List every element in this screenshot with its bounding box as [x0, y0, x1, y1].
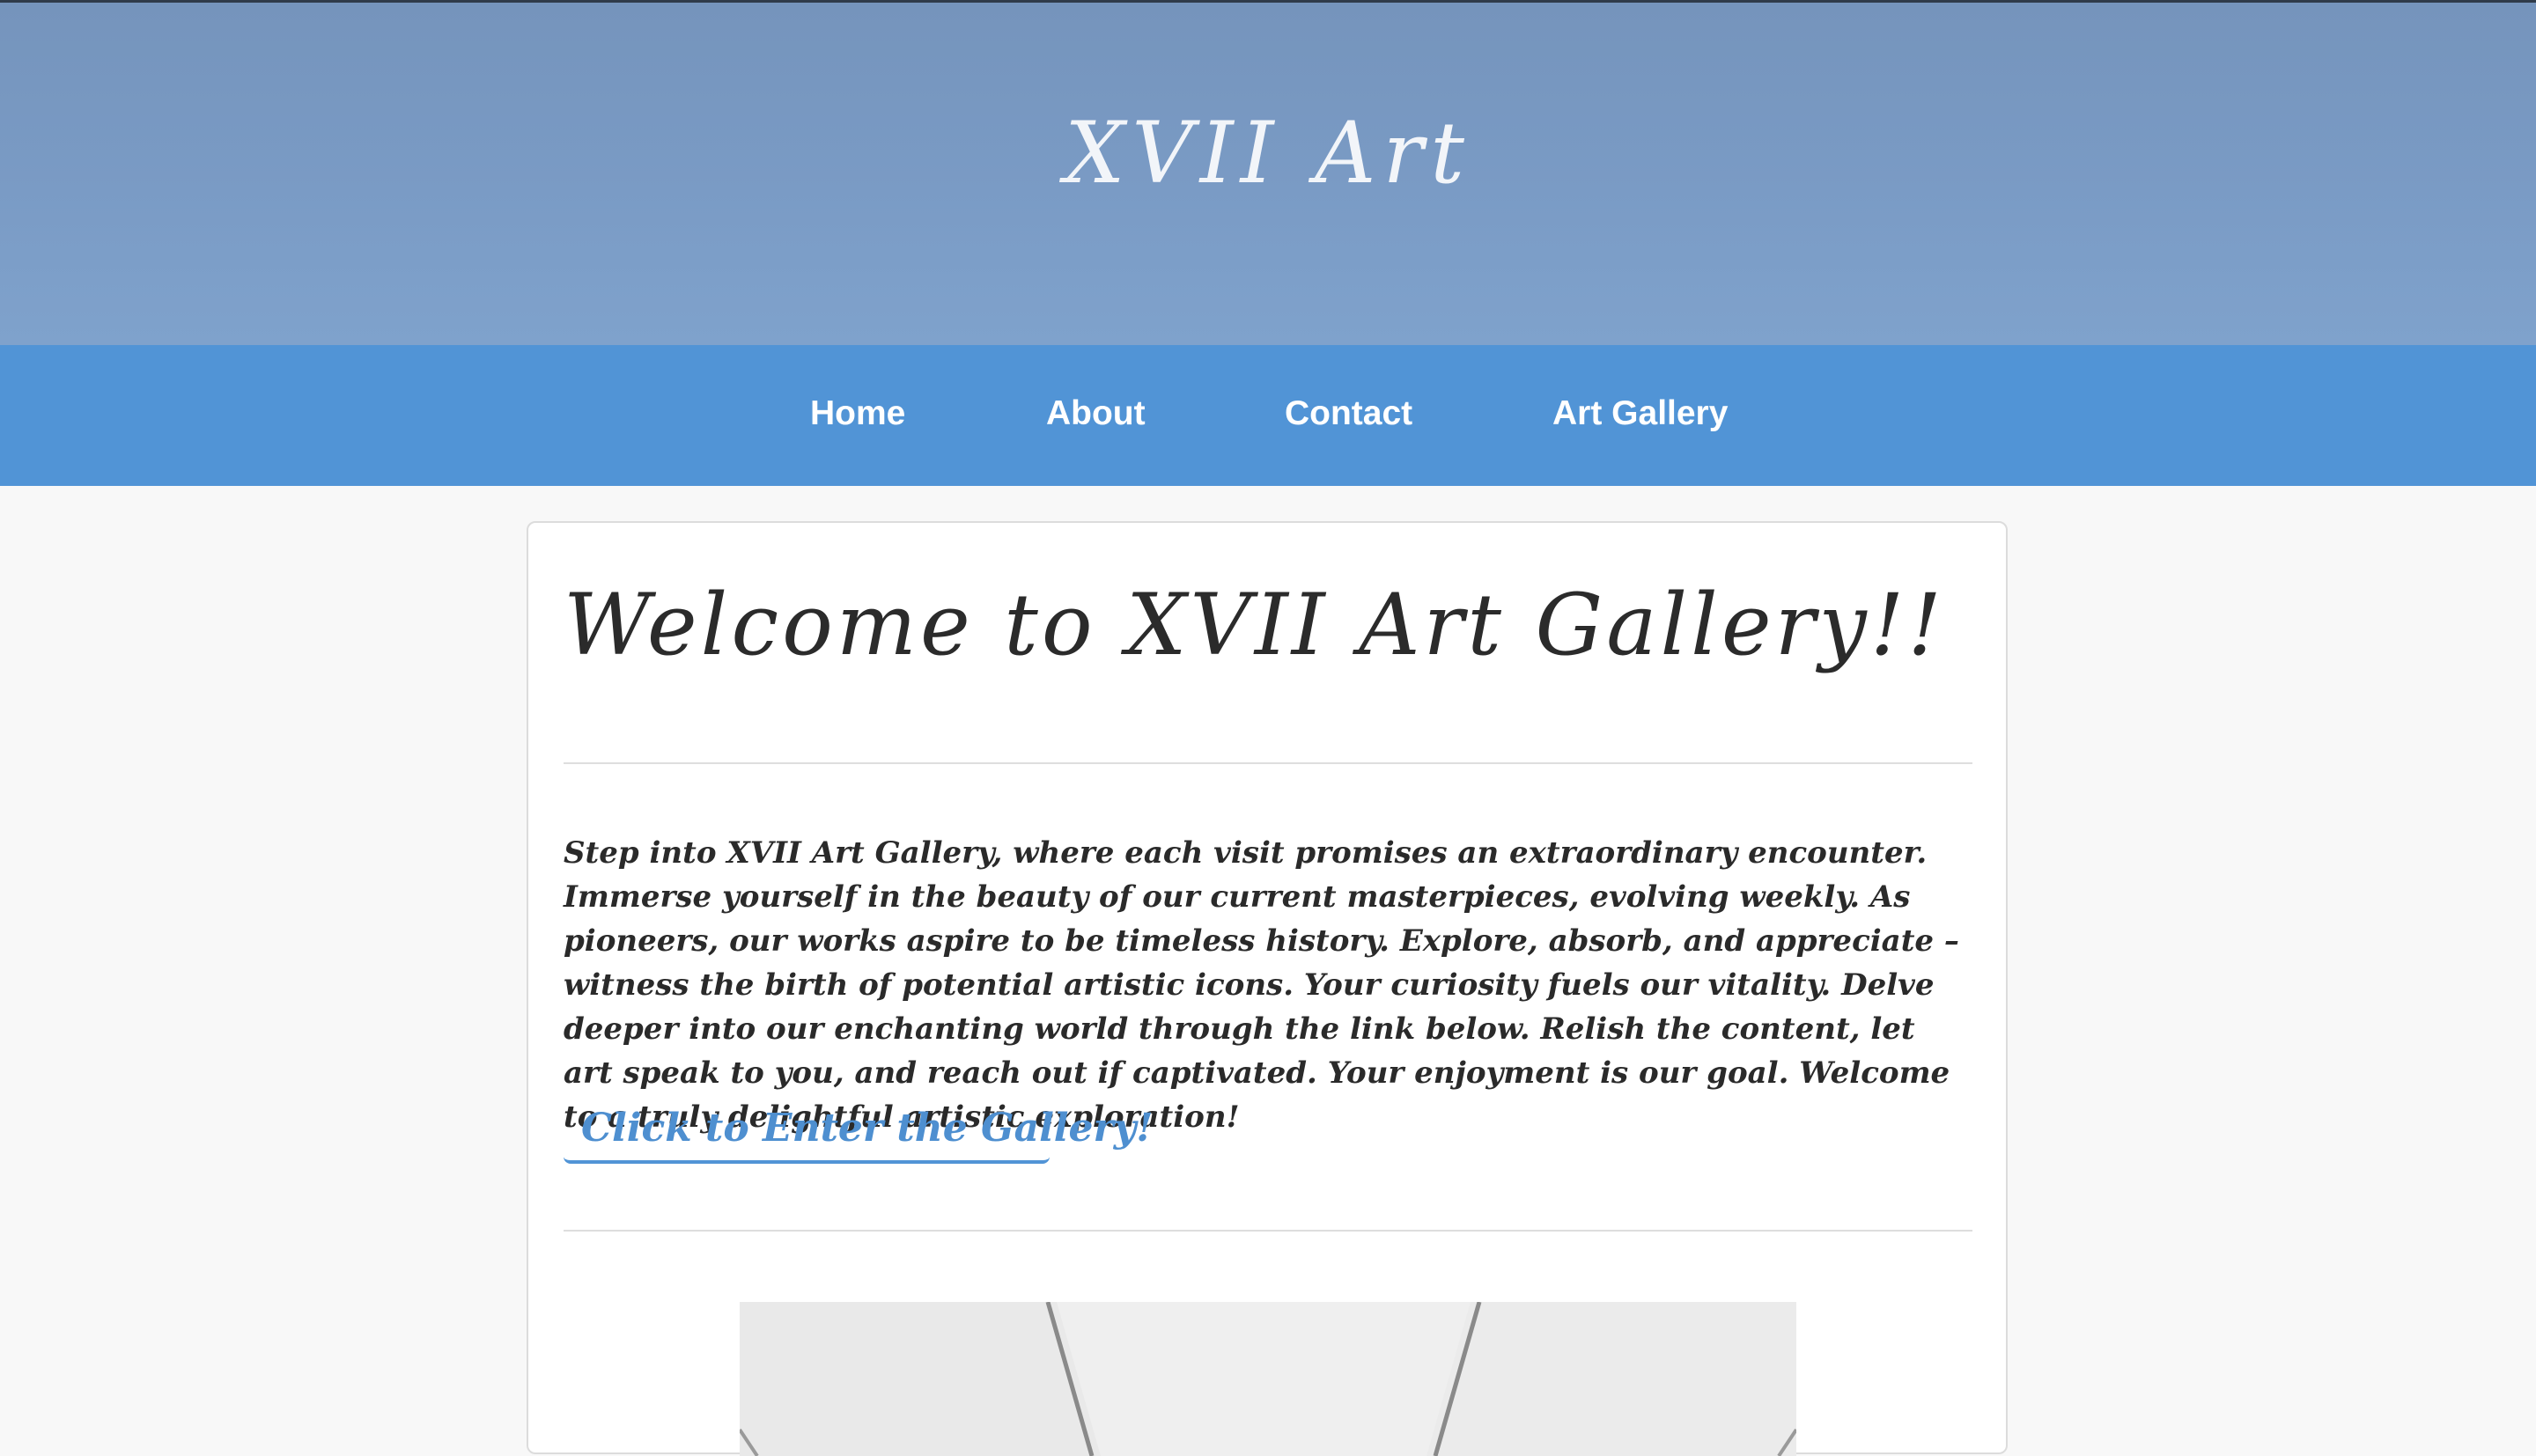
nav-item-art-gallery[interactable]: Art Gallery	[1552, 389, 1728, 438]
welcome-heading: Welcome to XVII Art Gallery!!	[564, 576, 1945, 674]
gallery-hero-image	[740, 1302, 1796, 1456]
main-navigation: Home About Contact Art Gallery	[0, 345, 2536, 486]
site-header: XVII Art	[0, 3, 2536, 345]
enter-gallery-link[interactable]: Click to Enter the Gallery!	[564, 1100, 1154, 1164]
section-divider	[564, 762, 1972, 764]
nav-item-contact[interactable]: Contact	[1285, 389, 1412, 438]
section-divider	[564, 1230, 1972, 1232]
nav-list: Home About Contact Art Gallery	[0, 345, 2536, 486]
nav-item-home[interactable]: Home	[810, 389, 905, 438]
intro-paragraph: Step into XVII Art Gallery, where each v…	[564, 835, 1959, 1135]
nav-item-about[interactable]: About	[1046, 389, 1146, 438]
site-title: XVII Art	[1065, 104, 1471, 202]
hero-image-graphic	[740, 1302, 1796, 1456]
content-card: Welcome to XVII Art Gallery!! Step into …	[527, 521, 2008, 1456]
